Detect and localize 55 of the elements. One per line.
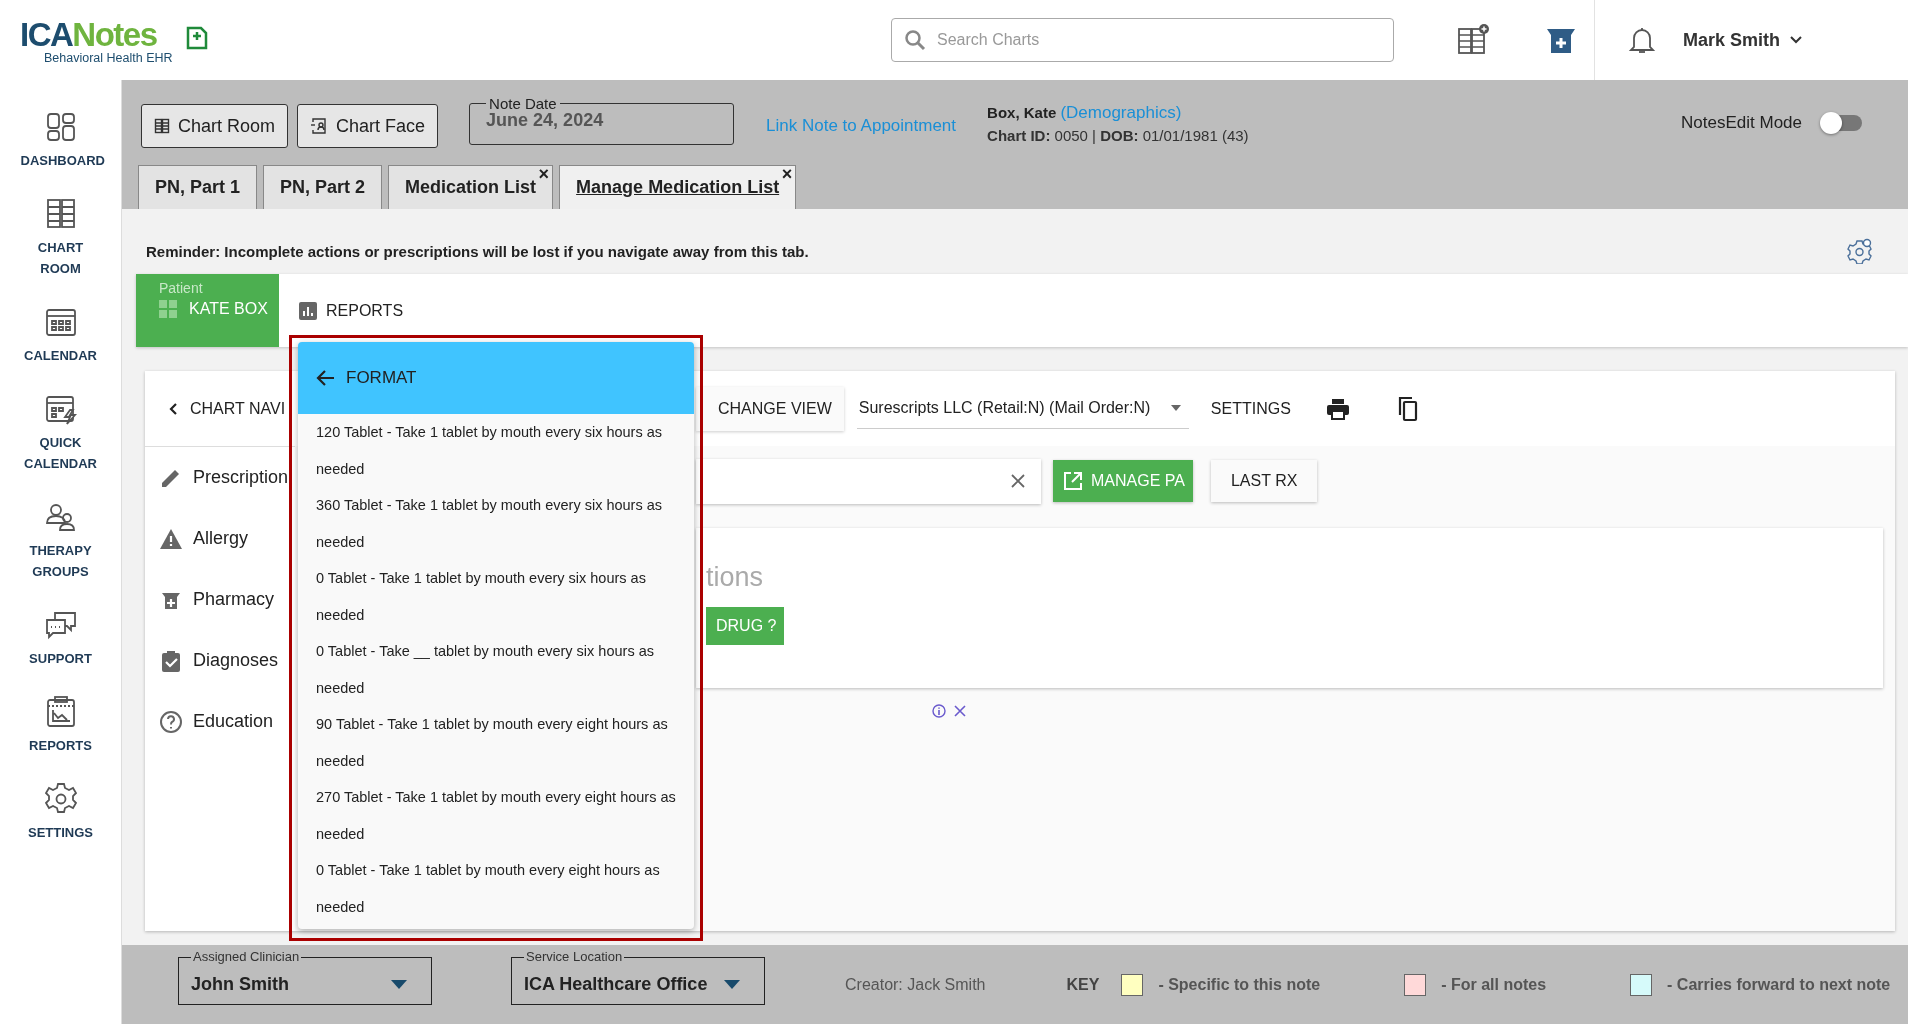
format-option[interactable]: 90 Tablet - Take 1 tablet by mouth every eight hours as needed [298,706,694,779]
pharmacy-select[interactable]: Surescripts LLC (Retail:N) (Mail Order:N) [856,388,1189,429]
patient-name: KATE BOX [159,300,279,318]
format-option[interactable]: 0 Tablet - Take 1 tablet by mouth every eight hours as needed [298,852,694,925]
chart-nav-item[interactable]: Allergy [145,508,249,569]
field-value: ICA Healthcare Office [524,974,708,995]
close-tab-button[interactable]: × [781,164,793,185]
reports-tab[interactable]: REPORTS [299,301,404,320]
sidebar-item[interactable]: REPORTS [5,695,116,756]
chart-nav-item[interactable]: Prescription [145,447,289,508]
format-option[interactable]: 360 Tablet - Take 1 tablet by mouth every six hours as needed [298,487,694,560]
logo-subtitle: Behavioral Health EHR [44,51,173,65]
sidebar-item[interactable]: CHART ROOM [5,197,116,279]
chart-nav-item[interactable]: Diagnoses [145,630,279,691]
tab[interactable]: Manage Medication List × [559,165,797,209]
panel-heading: tions [706,564,764,591]
last-rx-button[interactable]: LAST RX [1210,460,1318,502]
sidebar-item[interactable]: SUPPORT [5,608,116,669]
close-tab-button[interactable]: × [538,164,550,185]
change-view-button[interactable]: CHANGE VIEW [696,386,844,431]
notes-edit-mode-label: NotesEdit Mode [1681,113,1802,133]
key-text: - Specific to this note [1158,975,1321,994]
field-value: June 24, 2024 [486,110,605,131]
format-option[interactable]: 0 Tablet - Take __ tablet by mouth every six hours as needed [298,633,694,706]
settings-button[interactable]: SETTINGS [1210,399,1291,418]
patient-details: Chart ID: 0050 | DOB: 01/01/1981 (43) [987,127,1249,144]
sidebar-item[interactable]: DASHBOARD [5,110,116,171]
field-label: Note Date [488,95,558,112]
sidebar-item[interactable]: SETTINGS [5,782,116,843]
key-text: - Carries forward to next note [1667,975,1891,994]
creator-text: Creator: Jack Smith [845,975,986,994]
chart-nav-item[interactable]: Pharmacy [145,569,275,630]
tab[interactable]: PN, Part 1 [138,165,258,209]
tab[interactable]: Medication List × [388,165,554,209]
format-option[interactable]: 0 Tablet - Take 1 tablet by mouth every six hours as needed [298,560,694,633]
format-menu-header[interactable]: FORMAT [298,342,694,414]
tab[interactable]: PN, Part 2 [263,165,383,209]
patient-caption: Patient [159,280,204,296]
search-field[interactable]: Search Charts [891,18,1394,62]
patient-name: Box, Kate [987,104,1057,121]
header-button[interactable]: Chart Room [141,104,289,148]
logo-text: ICANotes [20,18,157,51]
format-option[interactable]: 120 Tablet - Take 1 tablet by mouth every six hours as needed [298,414,694,487]
sidebar-item[interactable]: THERAPY GROUPS [5,500,116,582]
user-menu[interactable]: Mark Smith [1683,29,1803,51]
field-value: John Smith [191,974,289,995]
chart-nav-item[interactable]: Education [145,691,274,752]
reminder-text: Reminder: Incomplete actions or prescriptions will be lost if you navigate away from this tab. [146,242,809,260]
header-button[interactable]: Chart Face [297,104,439,148]
sidebar-item[interactable]: CALENDAR [5,305,116,366]
key-label: KEY [1066,975,1100,994]
format-option[interactable]: 270 Tablet - Take 1 tablet by mouth every eight hours as needed [298,779,694,852]
key-text: - For all notes [1441,975,1547,994]
chart-navigation-title: CHART NAVI [190,399,286,418]
sidebar-item[interactable]: QUICK CALENDAR [5,392,116,474]
